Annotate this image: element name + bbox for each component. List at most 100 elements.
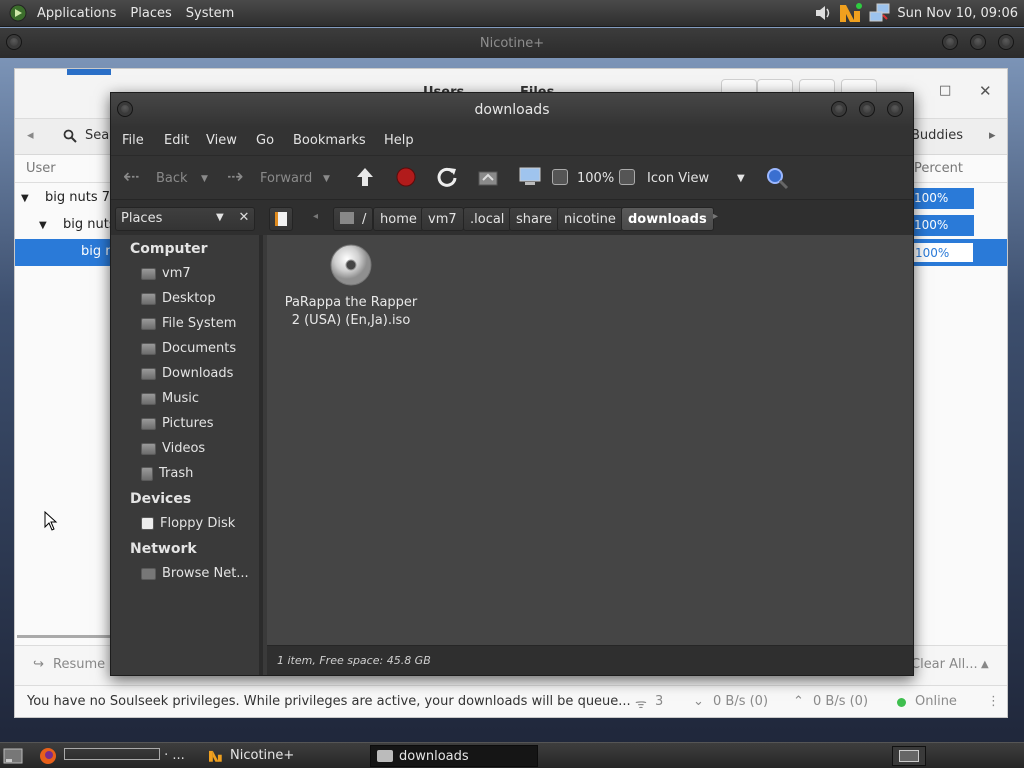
- system-menu[interactable]: System: [179, 6, 241, 21]
- file-manager-window: downloads File Edit View Go Bookmarks He…: [110, 92, 914, 676]
- applications-menu[interactable]: Applications: [30, 6, 123, 21]
- sidebar-item-label: Browse Net...: [162, 566, 249, 581]
- chevron-down-icon[interactable]: ▼: [737, 173, 745, 184]
- nicotine-titlebar[interactable]: Nicotine+: [0, 28, 1024, 58]
- menu-go[interactable]: Go: [256, 133, 274, 148]
- sidebar-item-music[interactable]: Music: [141, 391, 199, 406]
- firefox-icon[interactable]: [38, 746, 58, 766]
- close-button[interactable]: [998, 34, 1014, 50]
- clear-all-button[interactable]: Clear All...: [911, 657, 978, 672]
- breadcrumb-vm7[interactable]: vm7: [421, 207, 464, 231]
- minimize-button[interactable]: [942, 34, 958, 50]
- distro-logo-icon[interactable]: [8, 3, 28, 23]
- zoom-in-icon[interactable]: [619, 169, 635, 185]
- maximize-button[interactable]: [859, 101, 875, 117]
- maximize-button[interactable]: [970, 34, 986, 50]
- horizontal-scrollbar[interactable]: [17, 635, 117, 638]
- file-manager-titlebar[interactable]: downloads: [111, 93, 913, 127]
- edit-location-button[interactable]: [269, 207, 293, 231]
- workspace-switcher[interactable]: [892, 746, 926, 766]
- sidebar-item-label: Videos: [162, 441, 206, 456]
- sidebar-item-label: File System: [162, 316, 237, 331]
- close-sidebar-icon[interactable]: ✕: [233, 207, 255, 231]
- search-icon[interactable]: [765, 166, 789, 190]
- sidebar-item-browse-network[interactable]: Browse Net...: [141, 566, 249, 581]
- places-menu[interactable]: Places: [123, 6, 178, 21]
- sidebar-item-documents[interactable]: Documents: [141, 341, 236, 356]
- computer-heading: Computer: [130, 241, 208, 257]
- taskbar-item-downloads[interactable]: downloads: [370, 745, 538, 767]
- sidebar-item-downloads[interactable]: Downloads: [141, 366, 233, 381]
- zoom-out-icon[interactable]: [552, 169, 568, 185]
- forward-history-icon[interactable]: ▼: [323, 174, 330, 184]
- path-scroll-right-icon[interactable]: ▸: [713, 211, 718, 222]
- back-history-icon[interactable]: ▼: [201, 174, 208, 184]
- clock[interactable]: Sun Nov 10, 09:06: [897, 6, 1018, 21]
- workspace-icon: [899, 750, 919, 762]
- home-folder-icon[interactable]: [477, 166, 499, 188]
- forward-button[interactable]: Forward: [260, 171, 312, 186]
- minimize-button[interactable]: [831, 101, 847, 117]
- user-column-header[interactable]: User: [26, 161, 56, 176]
- close-icon[interactable]: ✕: [979, 82, 992, 100]
- network-icon[interactable]: [869, 3, 891, 23]
- percent-column-header[interactable]: Percent: [914, 161, 963, 176]
- breadcrumb-local[interactable]: .local: [463, 207, 512, 231]
- sidebar-item-vm7[interactable]: vm7: [141, 266, 191, 281]
- computer-icon[interactable]: [518, 166, 542, 188]
- resume-button[interactable]: Resume: [53, 657, 105, 672]
- volume-icon[interactable]: [813, 3, 833, 23]
- window-menu-button[interactable]: [117, 101, 133, 117]
- disc-image-icon: [330, 244, 372, 286]
- menu-view[interactable]: View: [206, 133, 237, 148]
- forward-arrow-icon[interactable]: ⇢: [227, 164, 244, 188]
- path-scroll-left-icon[interactable]: ◂: [313, 211, 318, 222]
- music-folder-icon: [141, 392, 156, 405]
- sidebar-item-videos[interactable]: Videos: [141, 441, 205, 456]
- network-heading: Network: [130, 541, 197, 557]
- breadcrumb-downloads[interactable]: downloads: [621, 207, 714, 231]
- close-button[interactable]: [887, 101, 903, 117]
- buddies-tab-label[interactable]: Buddies: [911, 128, 963, 143]
- back-button[interactable]: Back: [156, 171, 188, 186]
- sidebar-item-trash[interactable]: Trash: [141, 466, 193, 481]
- nicotine-statusbar: You have no Soulseek privileges. While p…: [15, 685, 1007, 717]
- sidebar-item-desktop[interactable]: Desktop: [141, 291, 216, 306]
- breadcrumb-root[interactable]: /: [333, 207, 374, 231]
- expander-icon[interactable]: ▼: [39, 220, 47, 231]
- tabs-scroll-left-icon[interactable]: ◂: [27, 128, 34, 143]
- nicotine-tray-icon[interactable]: [839, 2, 863, 24]
- taskbar-item-label: downloads: [399, 749, 469, 764]
- taskbar-item-firefox[interactable]: · ...: [60, 745, 198, 767]
- up-folder-icon[interactable]: [354, 166, 376, 188]
- sidebar-item-label: Music: [162, 391, 199, 406]
- breadcrumb-home[interactable]: home: [373, 207, 424, 231]
- back-arrow-icon[interactable]: ⇠: [123, 164, 140, 188]
- online-status[interactable]: Online: [915, 694, 957, 709]
- sidebar-item-file-system[interactable]: File System: [141, 316, 236, 331]
- status-menu-icon[interactable]: ⋮: [987, 694, 1000, 709]
- menu-edit[interactable]: Edit: [164, 133, 189, 148]
- menu-bookmarks[interactable]: Bookmarks: [293, 133, 366, 148]
- breadcrumb-share[interactable]: share: [509, 207, 560, 231]
- show-desktop-icon[interactable]: [3, 747, 23, 765]
- collapse-icon[interactable]: ▲: [981, 659, 989, 670]
- tabs-scroll-right-icon[interactable]: ▸: [989, 128, 996, 143]
- file-item[interactable]: PaRappa the Rapper 2 (USA) (En,Ja).iso: [281, 243, 421, 328]
- documents-folder-icon: [141, 342, 156, 355]
- window-menu-button[interactable]: [6, 34, 22, 50]
- sidebar-item-floppy-disk[interactable]: Floppy Disk: [141, 516, 235, 531]
- maximize-icon[interactable]: □: [939, 83, 951, 98]
- menu-file[interactable]: File: [122, 133, 144, 148]
- stop-icon[interactable]: [395, 166, 417, 188]
- transfer-percent: 100%: [910, 215, 974, 236]
- reload-icon[interactable]: [436, 166, 458, 188]
- taskbar-item-nicotine[interactable]: Nicotine+: [202, 745, 368, 767]
- view-mode-select[interactable]: Icon View: [647, 171, 709, 186]
- bottom-taskbar: · ... Nicotine+ downloads: [0, 742, 1024, 768]
- breadcrumb-nicotine[interactable]: nicotine: [557, 207, 623, 231]
- menu-help[interactable]: Help: [384, 133, 414, 148]
- sidebar-item-pictures[interactable]: Pictures: [141, 416, 213, 431]
- file-view[interactable]: PaRappa the Rapper 2 (USA) (En,Ja).iso: [267, 235, 913, 645]
- expander-icon[interactable]: ▼: [21, 193, 29, 204]
